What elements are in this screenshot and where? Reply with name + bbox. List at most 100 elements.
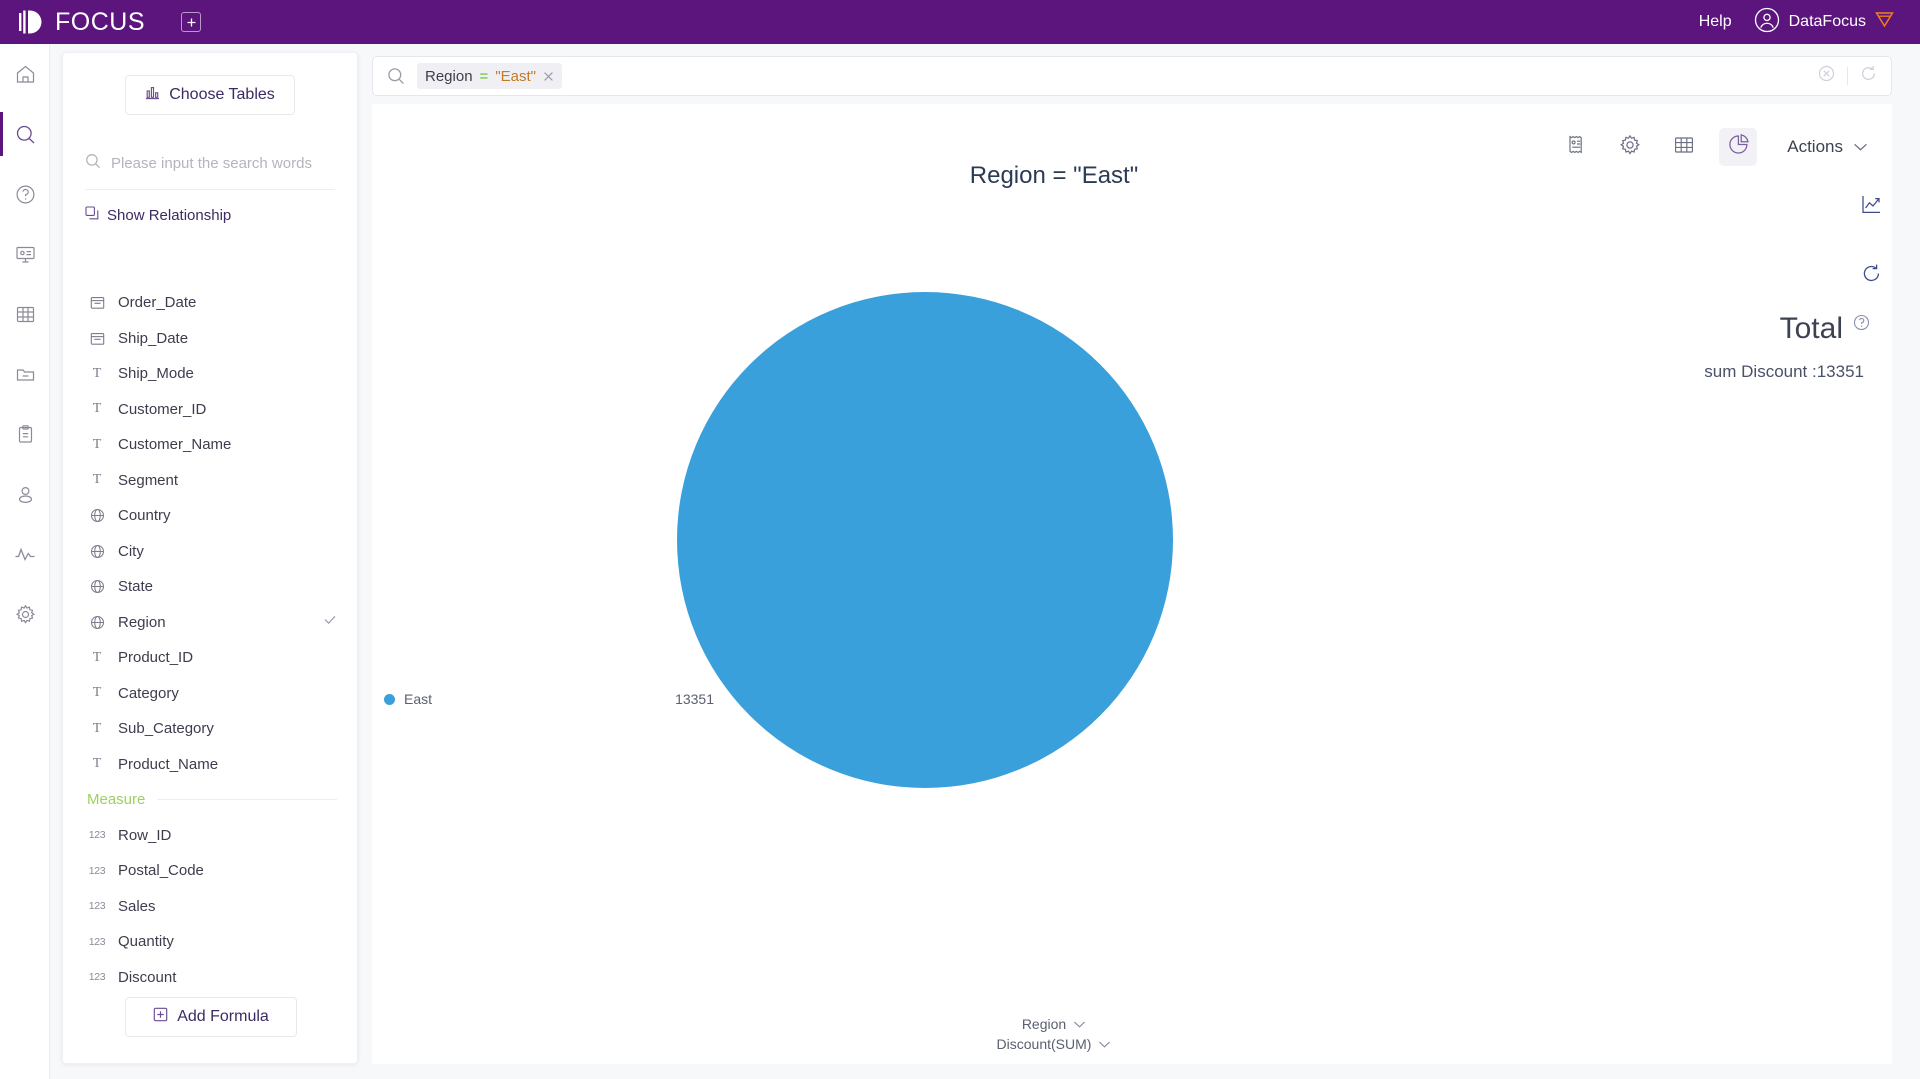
list-item[interactable]: Country — [63, 498, 359, 534]
chip-field: Region — [425, 67, 473, 85]
sidebar-item-monitor[interactable] — [0, 524, 50, 584]
list-item[interactable]: 123 Row_ID — [63, 818, 359, 854]
toolbar-divider — [1847, 67, 1848, 85]
chart-canvas: Actions Region = "East" Total sum Discou… — [372, 104, 1892, 1064]
text-type-icon: T — [92, 685, 102, 701]
sidebar-item-help[interactable] — [0, 164, 50, 224]
actions-menu-button[interactable]: Actions — [1787, 137, 1868, 157]
search-icon — [15, 124, 36, 145]
sidebar-item-dashboard[interactable] — [0, 224, 50, 284]
list-item[interactable]: T Customer_ID — [63, 392, 359, 428]
relationship-copy-icon — [85, 206, 99, 224]
question-circle-icon[interactable] — [1853, 314, 1870, 336]
pie-slice-east[interactable] — [677, 292, 1173, 788]
sidebar-item-search[interactable] — [0, 104, 50, 164]
list-item[interactable]: Ship_Date — [63, 321, 359, 357]
chevron-down-icon — [1853, 137, 1868, 157]
sidebar-item-home[interactable] — [0, 44, 50, 104]
add-formula-button[interactable]: Add Formula — [125, 997, 297, 1037]
x-axis-field-selector[interactable]: Region — [1022, 1016, 1086, 1032]
chevron-down-icon — [1073, 1016, 1086, 1032]
y-axis-field-selector[interactable]: Discount(SUM) — [997, 1036, 1112, 1052]
shield-badge-icon — [1875, 11, 1894, 33]
measure-group-header: Measure — [63, 782, 359, 818]
brand-logo[interactable]: FOCUS — [18, 8, 145, 37]
list-item[interactable]: 123 Quantity — [63, 924, 359, 960]
close-x-icon[interactable] — [543, 71, 554, 82]
list-item[interactable]: 123 Sales — [63, 889, 359, 925]
sidebar-item-users[interactable] — [0, 464, 50, 524]
user-name: DataFocus — [1788, 13, 1866, 30]
line-chart-icon[interactable] — [1861, 194, 1882, 215]
refresh-icon[interactable] — [1860, 65, 1877, 87]
field-search-input[interactable]: Please input the search words — [85, 149, 335, 177]
number-123-icon: 123 — [88, 864, 106, 877]
presentation-icon — [15, 244, 36, 265]
globe-icon — [87, 579, 107, 594]
activity-pulse-icon — [14, 544, 36, 565]
calendar-icon — [87, 295, 107, 310]
legend-label: East — [404, 691, 433, 707]
new-tab-button[interactable] — [181, 12, 201, 32]
measure-group-label: Measure — [87, 791, 146, 809]
user-menu[interactable]: DataFocus — [1754, 7, 1894, 38]
sidebar-item-tasks[interactable] — [0, 404, 50, 464]
focus-logo-icon — [18, 9, 48, 35]
panel-divider — [85, 189, 335, 190]
sidebar-item-settings[interactable] — [0, 584, 50, 644]
sidebar-item-tables[interactable] — [0, 284, 50, 344]
globe-icon — [87, 615, 107, 630]
list-item[interactable]: T Product_Name — [63, 747, 359, 783]
chip-value: "East" — [495, 67, 536, 85]
list-item[interactable]: City — [63, 534, 359, 570]
list-item[interactable]: T Sub_Category — [63, 711, 359, 747]
grid-table-icon — [15, 304, 36, 325]
sidebar-item-folder[interactable] — [0, 344, 50, 404]
field-label: Sales — [118, 897, 156, 915]
chip-operator: = — [479, 67, 489, 85]
chart-side-tools — [1861, 194, 1882, 284]
list-item[interactable]: T Segment — [63, 463, 359, 499]
gear-icon — [15, 604, 36, 625]
field-label: Country — [118, 507, 171, 525]
pie-chart-area: East 13351 Region Discount(SUM) — [372, 104, 1736, 1064]
left-icon-rail — [0, 44, 50, 1079]
help-link[interactable]: Help — [1699, 13, 1732, 31]
filter-chip-region[interactable]: Region = "East" — [417, 63, 562, 89]
list-item[interactable]: Order_Date — [63, 285, 359, 321]
clipboard-icon — [15, 424, 36, 445]
list-item[interactable]: T Product_ID — [63, 640, 359, 676]
question-circle-icon — [15, 184, 36, 205]
globe-icon — [87, 544, 107, 559]
list-item[interactable]: 123 Postal_Code — [63, 853, 359, 889]
clear-circle-icon[interactable] — [1818, 65, 1835, 87]
text-type-icon: T — [92, 720, 102, 736]
list-item-region[interactable]: Region — [63, 605, 359, 641]
total-title: Total — [1779, 312, 1843, 345]
field-label: Ship_Mode — [118, 365, 194, 383]
show-relationship-label: Show Relationship — [107, 206, 232, 224]
axis-label-group: Region Discount(SUM) — [372, 1016, 1736, 1052]
text-type-icon: T — [92, 401, 102, 417]
refresh-icon[interactable] — [1861, 263, 1882, 284]
group-divider — [157, 799, 337, 801]
list-item[interactable]: 123 Discount — [63, 960, 359, 992]
list-item[interactable]: State — [63, 569, 359, 605]
show-relationship-link[interactable]: Show Relationship — [85, 206, 335, 224]
add-formula-label: Add Formula — [177, 1008, 269, 1025]
number-123-icon: 123 — [88, 829, 106, 842]
field-label: State — [118, 578, 154, 596]
field-label: City — [118, 542, 144, 560]
list-item[interactable]: T Customer_Name — [63, 427, 359, 463]
field-list[interactable]: Order_Date Ship_Date T Ship_Mode T Custo… — [63, 285, 359, 991]
query-search-bar[interactable]: Region = "East" — [372, 56, 1892, 96]
globe-icon — [87, 508, 107, 523]
calendar-icon — [87, 331, 107, 346]
list-item[interactable]: T Category — [63, 676, 359, 712]
brand-name: FOCUS — [55, 7, 145, 36]
field-label: Order_Date — [118, 294, 197, 312]
field-label: Product_Name — [118, 755, 219, 773]
list-item[interactable]: T Ship_Mode — [63, 356, 359, 392]
legend-color-dot — [384, 693, 395, 705]
choose-tables-button[interactable]: Choose Tables — [125, 75, 295, 115]
